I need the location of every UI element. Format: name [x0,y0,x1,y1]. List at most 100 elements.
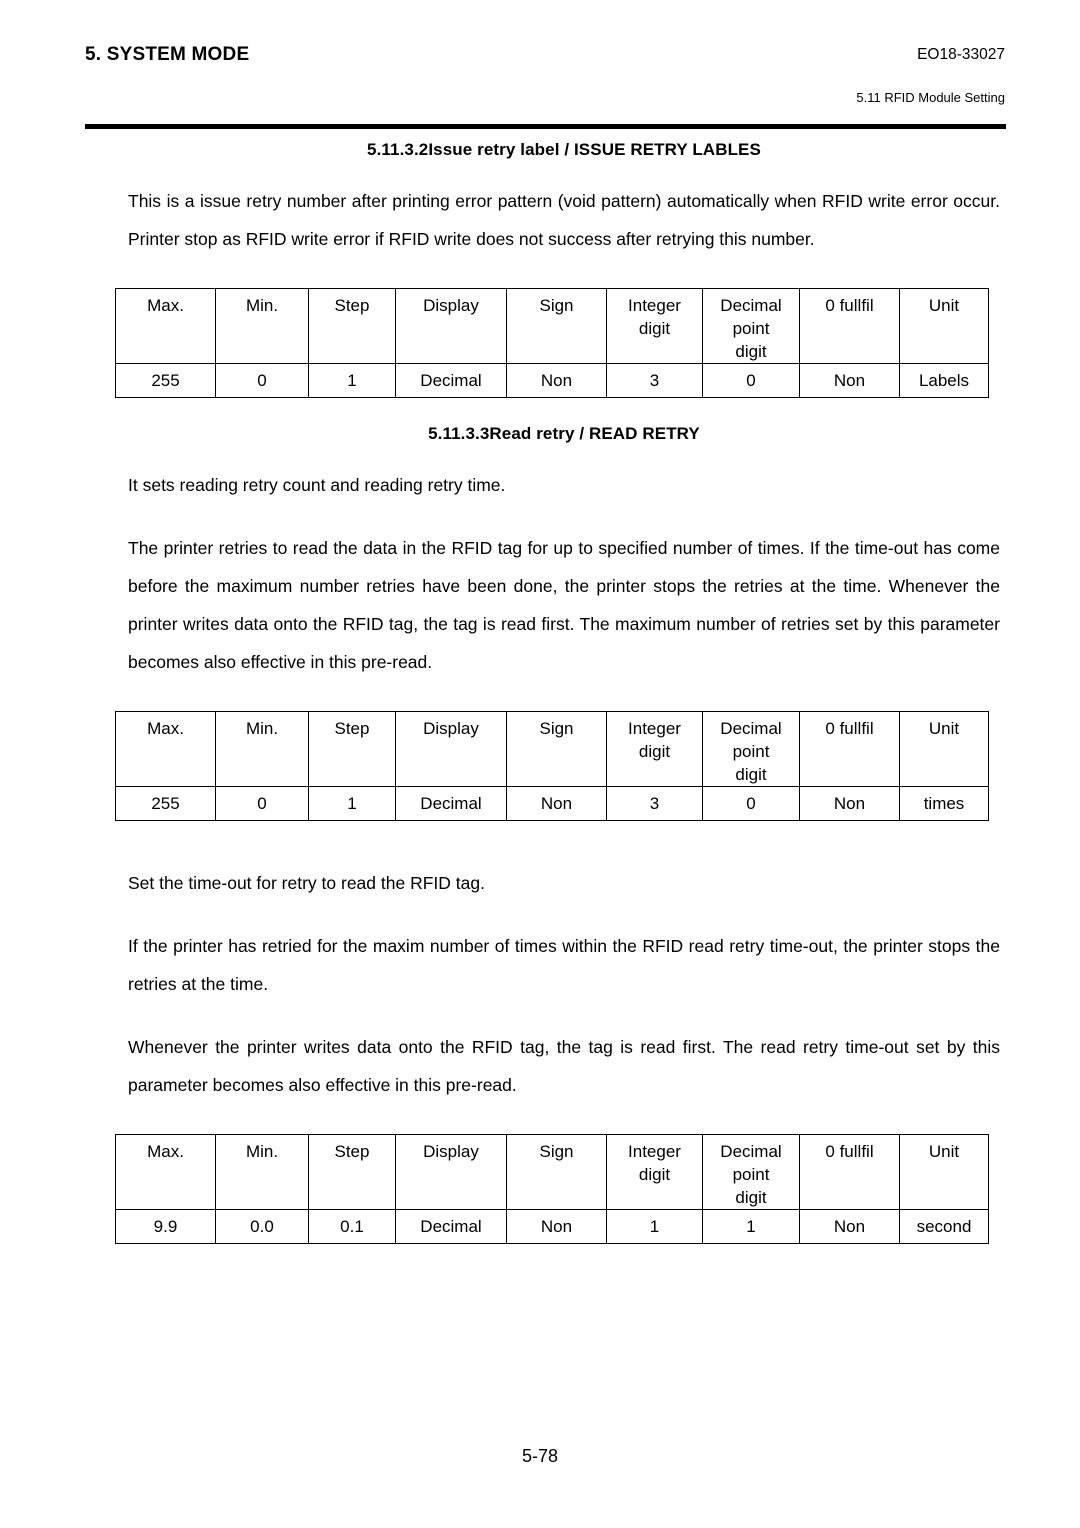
col-header-display: Display [395,711,507,787]
cell-display: Decimal [395,786,507,821]
col-header-integer-digit: Integer digit [606,288,703,364]
cell-step: 0.1 [308,1209,396,1244]
col-header-min: Min. [215,711,309,787]
col-header-integer-digit-line2: digit [638,742,671,761]
col-header-min: Min. [215,1134,309,1210]
col-header-integer-digit-line2: digit [638,1165,671,1184]
table-header-row: Max. Min. Step Display Sign Integer digit… [115,711,989,787]
col-header-max: Max. [115,1134,216,1210]
cell-sign: Non [506,363,607,398]
col-header-unit: Unit [899,711,989,787]
cell-max: 255 [115,363,216,398]
col-header-decimal-point-digit-line3: digit [735,1188,767,1207]
col-header-sign: Sign [506,288,607,364]
col-header-unit: Unit [899,1134,989,1210]
col-header-integer-digit-line1: Integer [628,296,681,315]
col-header-decimal-point-digit-line2: point [732,742,770,761]
col-header-decimal-point-digit-line2: point [732,1165,770,1184]
section-name: Issue retry label / ISSUE RETRY LABLES [428,140,761,159]
col-header-sign: Sign [506,711,607,787]
spec-table-read-retry-count: Max. Min. Step Display Sign Integer digit… [115,711,989,821]
cell-zero-fullfil: Non [799,786,900,821]
cell-max: 255 [115,786,216,821]
col-header-decimal-point-digit-line1: Decimal [720,296,782,315]
section-name: Read retry / READ RETRY [489,424,700,443]
cell-display: Decimal [395,363,507,398]
cell-max: 9.9 [115,1209,216,1244]
col-header-decimal-point-digit: Decimal point digit [702,711,800,787]
table-row: 255 0 1 Decimal Non 3 0 Non times [115,786,989,821]
cell-zero-fullfil: Non [799,1209,900,1244]
col-header-integer-digit-line2: digit [638,319,671,338]
col-header-unit: Unit [899,288,989,364]
table-row: 9.9 0.0 0.1 Decimal Non 1 1 Non second [115,1209,989,1244]
header-subsection-label: 5.11 RFID Module Setting [856,90,1005,105]
cell-unit: times [899,786,989,821]
cell-step: 1 [308,786,396,821]
cell-decimal-point-digit: 0 [702,363,800,398]
cell-integer-digit: 1 [606,1209,703,1244]
col-header-decimal-point-digit-line3: digit [735,765,767,784]
paragraph-timeout-intro: Set the time-out for retry to read the R… [128,873,485,893]
cell-decimal-point-digit: 0 [702,786,800,821]
cell-integer-digit: 3 [606,786,703,821]
col-header-decimal-point-digit: Decimal point digit [702,1134,800,1210]
cell-integer-digit: 3 [606,363,703,398]
spec-table-wrapper-read-retry-count: Max. Min. Step Display Sign Integer digit… [115,711,989,821]
cell-unit: second [899,1209,989,1244]
col-header-decimal-point-digit-line3: digit [735,342,767,361]
section-heading-5-11-3-2: 5.11.3.2Issue retry label / ISSUE RETRY … [128,140,1000,160]
col-header-decimal-point-digit-line1: Decimal [720,719,782,738]
col-header-step: Step [308,711,396,787]
table-row: 255 0 1 Decimal Non 3 0 Non Labels [115,363,989,398]
spec-table-issue-retry-label: Max. Min. Step Display Sign Integer digit… [115,288,989,398]
col-header-integer-digit-line1: Integer [628,719,681,738]
footer-page-number: 5-78 [521,1446,559,1466]
col-header-integer-digit: Integer digit [606,1134,703,1210]
header-divider-rule [85,124,1006,129]
paragraph-read-retry-intro: It sets reading retry count and reading … [128,475,506,495]
col-header-zero-fullfil: 0 fullfil [799,711,900,787]
col-header-decimal-point-digit: Decimal point digit [702,288,800,364]
paragraph-issue-retry-description: This is a issue retry number after print… [128,191,1000,249]
cell-min: 0 [215,363,309,398]
col-header-min: Min. [215,288,309,364]
spec-table-read-retry-timeout: Max. Min. Step Display Sign Integer digit… [115,1134,989,1244]
col-header-step: Step [308,1134,396,1210]
cell-sign: Non [506,786,607,821]
col-header-display: Display [395,1134,507,1210]
col-header-integer-digit: Integer digit [606,711,703,787]
col-header-max: Max. [115,711,216,787]
cell-min: 0 [215,786,309,821]
section-number: 5.11.3.2 [367,140,429,159]
header-document-number: EO18-33027 [917,46,1005,63]
table-header-row: Max. Min. Step Display Sign Integer digit… [115,1134,989,1210]
cell-zero-fullfil: Non [799,363,900,398]
col-header-zero-fullfil: 0 fullfil [799,1134,900,1210]
col-header-step: Step [308,288,396,364]
cell-sign: Non [506,1209,607,1244]
col-header-zero-fullfil: 0 fullfil [799,288,900,364]
page-content: 5.11.3.2Issue retry label / ISSUE RETRY … [115,140,1000,1244]
paragraph-timeout-retry-limit: If the printer has retried for the maxim… [128,936,1000,994]
col-header-sign: Sign [506,1134,607,1210]
paragraph-timeout-preread: Whenever the printer writes data onto th… [128,1037,1000,1095]
spec-table-wrapper-read-retry-timeout: Max. Min. Step Display Sign Integer digit… [115,1134,989,1244]
cell-decimal-point-digit: 1 [702,1209,800,1244]
paragraph-read-retry-description: The printer retries to read the data in … [128,538,1000,672]
cell-min: 0.0 [215,1209,309,1244]
cell-step: 1 [308,363,396,398]
table-header-row: Max. Min. Step Display Sign Integer digit… [115,288,989,364]
cell-unit: Labels [899,363,989,398]
document-page: 5. SYSTEM MODE EO18-33027 5.11 RFID Modu… [0,0,1080,1528]
section-number: 5.11.3.3 [428,424,490,443]
page-header: 5. SYSTEM MODE EO18-33027 5.11 RFID Modu… [85,44,1005,124]
col-header-decimal-point-digit-line1: Decimal [720,1142,782,1161]
header-chapter-title: 5. SYSTEM MODE [85,44,250,65]
col-header-display: Display [395,288,507,364]
col-header-integer-digit-line1: Integer [628,1142,681,1161]
cell-display: Decimal [395,1209,507,1244]
section-heading-5-11-3-3: 5.11.3.3Read retry / READ RETRY [128,424,1000,444]
spec-table-wrapper-issue-retry-label: Max. Min. Step Display Sign Integer digit… [115,288,989,398]
col-header-max: Max. [115,288,216,364]
